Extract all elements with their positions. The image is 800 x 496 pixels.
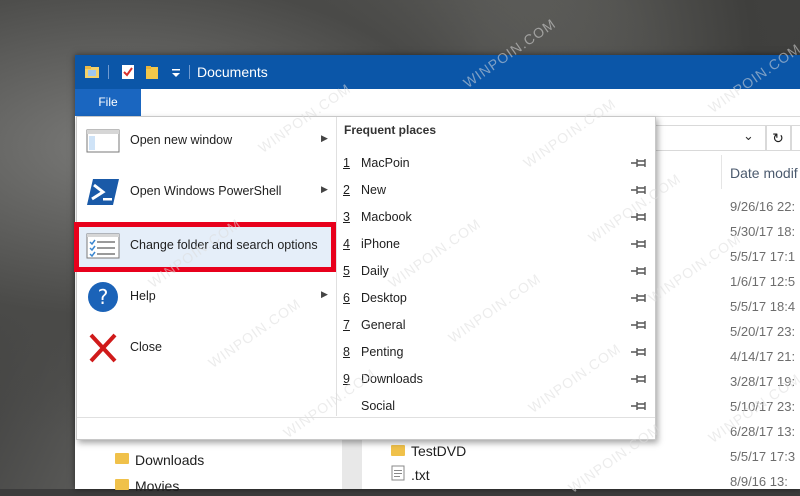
frequent-place-label: MacPoin <box>361 156 410 170</box>
properties-icon[interactable] <box>120 64 136 80</box>
pin-icon[interactable] <box>629 315 649 335</box>
frequent-place-item[interactable]: 2 New <box>337 177 655 203</box>
annotation-highlight-box <box>74 222 336 272</box>
close-item[interactable]: Close <box>77 325 335 371</box>
access-key-number: 8 <box>343 345 350 359</box>
date-cell: 5/5/17 18:4 <box>730 299 796 314</box>
frequent-places-heading: Frequent places <box>344 123 437 137</box>
submenu-arrow-icon: ▶ <box>321 133 328 143</box>
open-powershell-item[interactable]: Open Windows PowerShell ▶ <box>77 169 335 215</box>
close-icon <box>89 333 117 363</box>
menu-footer-divider <box>77 417 655 418</box>
access-key-number: 6 <box>343 291 350 305</box>
help-icon: ? <box>88 282 118 312</box>
access-key-number: 4 <box>343 237 350 251</box>
access-key-number: 9 <box>343 372 350 386</box>
address-history-chevron-icon[interactable]: ⌄ <box>743 128 754 144</box>
pin-icon[interactable] <box>629 342 649 362</box>
date-cell: 8/9/16 13: <box>730 474 788 489</box>
date-cell: 9/26/16 22: <box>730 199 796 214</box>
frequent-place-label: General <box>361 318 406 332</box>
nav-item-downloads[interactable]: Downloads <box>135 452 204 468</box>
frequent-place-label: Penting <box>361 345 404 359</box>
frequent-place-item[interactable]: 3 Macbook <box>337 204 655 230</box>
frequent-place-label: Social <box>361 399 396 413</box>
menu-label: Close <box>130 340 162 354</box>
pin-icon[interactable] <box>629 207 649 227</box>
menu-label: Help <box>130 289 156 303</box>
folder-icon <box>391 445 405 456</box>
open-new-window-item[interactable]: Open new window ▶ <box>77 118 335 164</box>
date-cell: 3/28/17 19: <box>730 374 796 389</box>
frequent-place-item[interactable]: 5 Daily <box>337 258 655 284</box>
access-key-number: 2 <box>343 183 350 197</box>
pin-icon[interactable] <box>629 180 649 200</box>
frequent-place-item[interactable]: 8 Penting <box>337 339 655 365</box>
powershell-icon <box>87 179 119 205</box>
frequent-place-item[interactable]: 1 MacPoin <box>337 150 655 176</box>
ribbon-tabs-strip <box>141 89 800 117</box>
frequent-place-item[interactable]: 6 Desktop <box>337 285 655 311</box>
access-key-number: 1 <box>343 156 350 170</box>
help-item[interactable]: ? Help ▶ <box>77 274 335 320</box>
title-bar: Documents <box>75 55 800 89</box>
search-input[interactable] <box>791 125 800 151</box>
frequent-place-label: Macbook <box>361 210 412 224</box>
column-separator <box>721 155 722 189</box>
menu-label: Open Windows PowerShell <box>130 184 282 198</box>
pin-icon[interactable] <box>629 396 649 416</box>
frequent-place-item[interactable]: 4 iPhone <box>337 231 655 257</box>
pin-icon[interactable] <box>629 153 649 173</box>
qat-separator <box>108 65 109 79</box>
window-title: Documents <box>197 64 268 80</box>
access-key-number: 3 <box>343 210 350 224</box>
pin-icon[interactable] <box>629 369 649 389</box>
date-cell: 4/14/17 21: <box>730 349 796 364</box>
date-cell: 1/6/17 12:5 <box>730 274 796 289</box>
svg-text:?: ? <box>98 285 109 309</box>
pin-icon[interactable] <box>629 288 649 308</box>
menu-label: Open new window <box>130 133 233 147</box>
date-cell: 5/5/17 17:3 <box>730 449 796 464</box>
downloads-folder-icon <box>115 453 129 464</box>
file-row-testdvd[interactable]: TestDVD <box>411 443 466 459</box>
frequent-place-item[interactable]: 9 Downloads <box>337 366 655 392</box>
folder-icon <box>115 479 129 490</box>
pin-icon[interactable] <box>629 234 649 254</box>
frequent-place-label: Desktop <box>361 291 407 305</box>
date-cell: 5/30/17 18: <box>730 224 796 239</box>
frequent-place-label: Daily <box>361 264 389 278</box>
access-key-number: 5 <box>343 264 350 278</box>
text-file-icon <box>391 465 405 481</box>
qat-dropdown-icon[interactable] <box>168 64 184 80</box>
frequent-place-item[interactable]: 7 General <box>337 312 655 338</box>
date-cell: 6/28/17 13: <box>730 424 796 439</box>
frequent-place-label: Downloads <box>361 372 423 386</box>
frequent-place-label: iPhone <box>361 237 400 251</box>
refresh-icon: ↻ <box>772 130 784 146</box>
new-folder-icon[interactable] <box>144 64 160 80</box>
window-icon <box>86 129 120 153</box>
nav-item-movies[interactable]: Movies <box>135 478 179 494</box>
submenu-arrow-icon: ▶ <box>321 184 328 194</box>
date-modified-column-header[interactable]: Date modif <box>730 165 798 181</box>
submenu-arrow-icon: ▶ <box>321 289 328 299</box>
frequent-place-item[interactable]: Social <box>337 393 655 419</box>
file-menu: Open new window ▶ Open Windows PowerShel… <box>76 116 656 440</box>
date-cell: 5/20/17 23: <box>730 324 796 339</box>
qat-separator <box>189 65 190 79</box>
date-cell: 5/5/17 17:1 <box>730 249 796 264</box>
explorer-icon[interactable] <box>84 64 100 80</box>
frequent-place-label: New <box>361 183 387 197</box>
navigation-pane-scrollbar[interactable] <box>342 433 362 489</box>
file-row-txt[interactable]: .txt <box>411 467 430 483</box>
date-cell: 5/10/17 23: <box>730 399 796 414</box>
refresh-button[interactable]: ↻ <box>765 125 791 151</box>
access-key-number: 7 <box>343 318 350 332</box>
pin-icon[interactable] <box>629 261 649 281</box>
file-tab[interactable]: File <box>75 89 141 116</box>
